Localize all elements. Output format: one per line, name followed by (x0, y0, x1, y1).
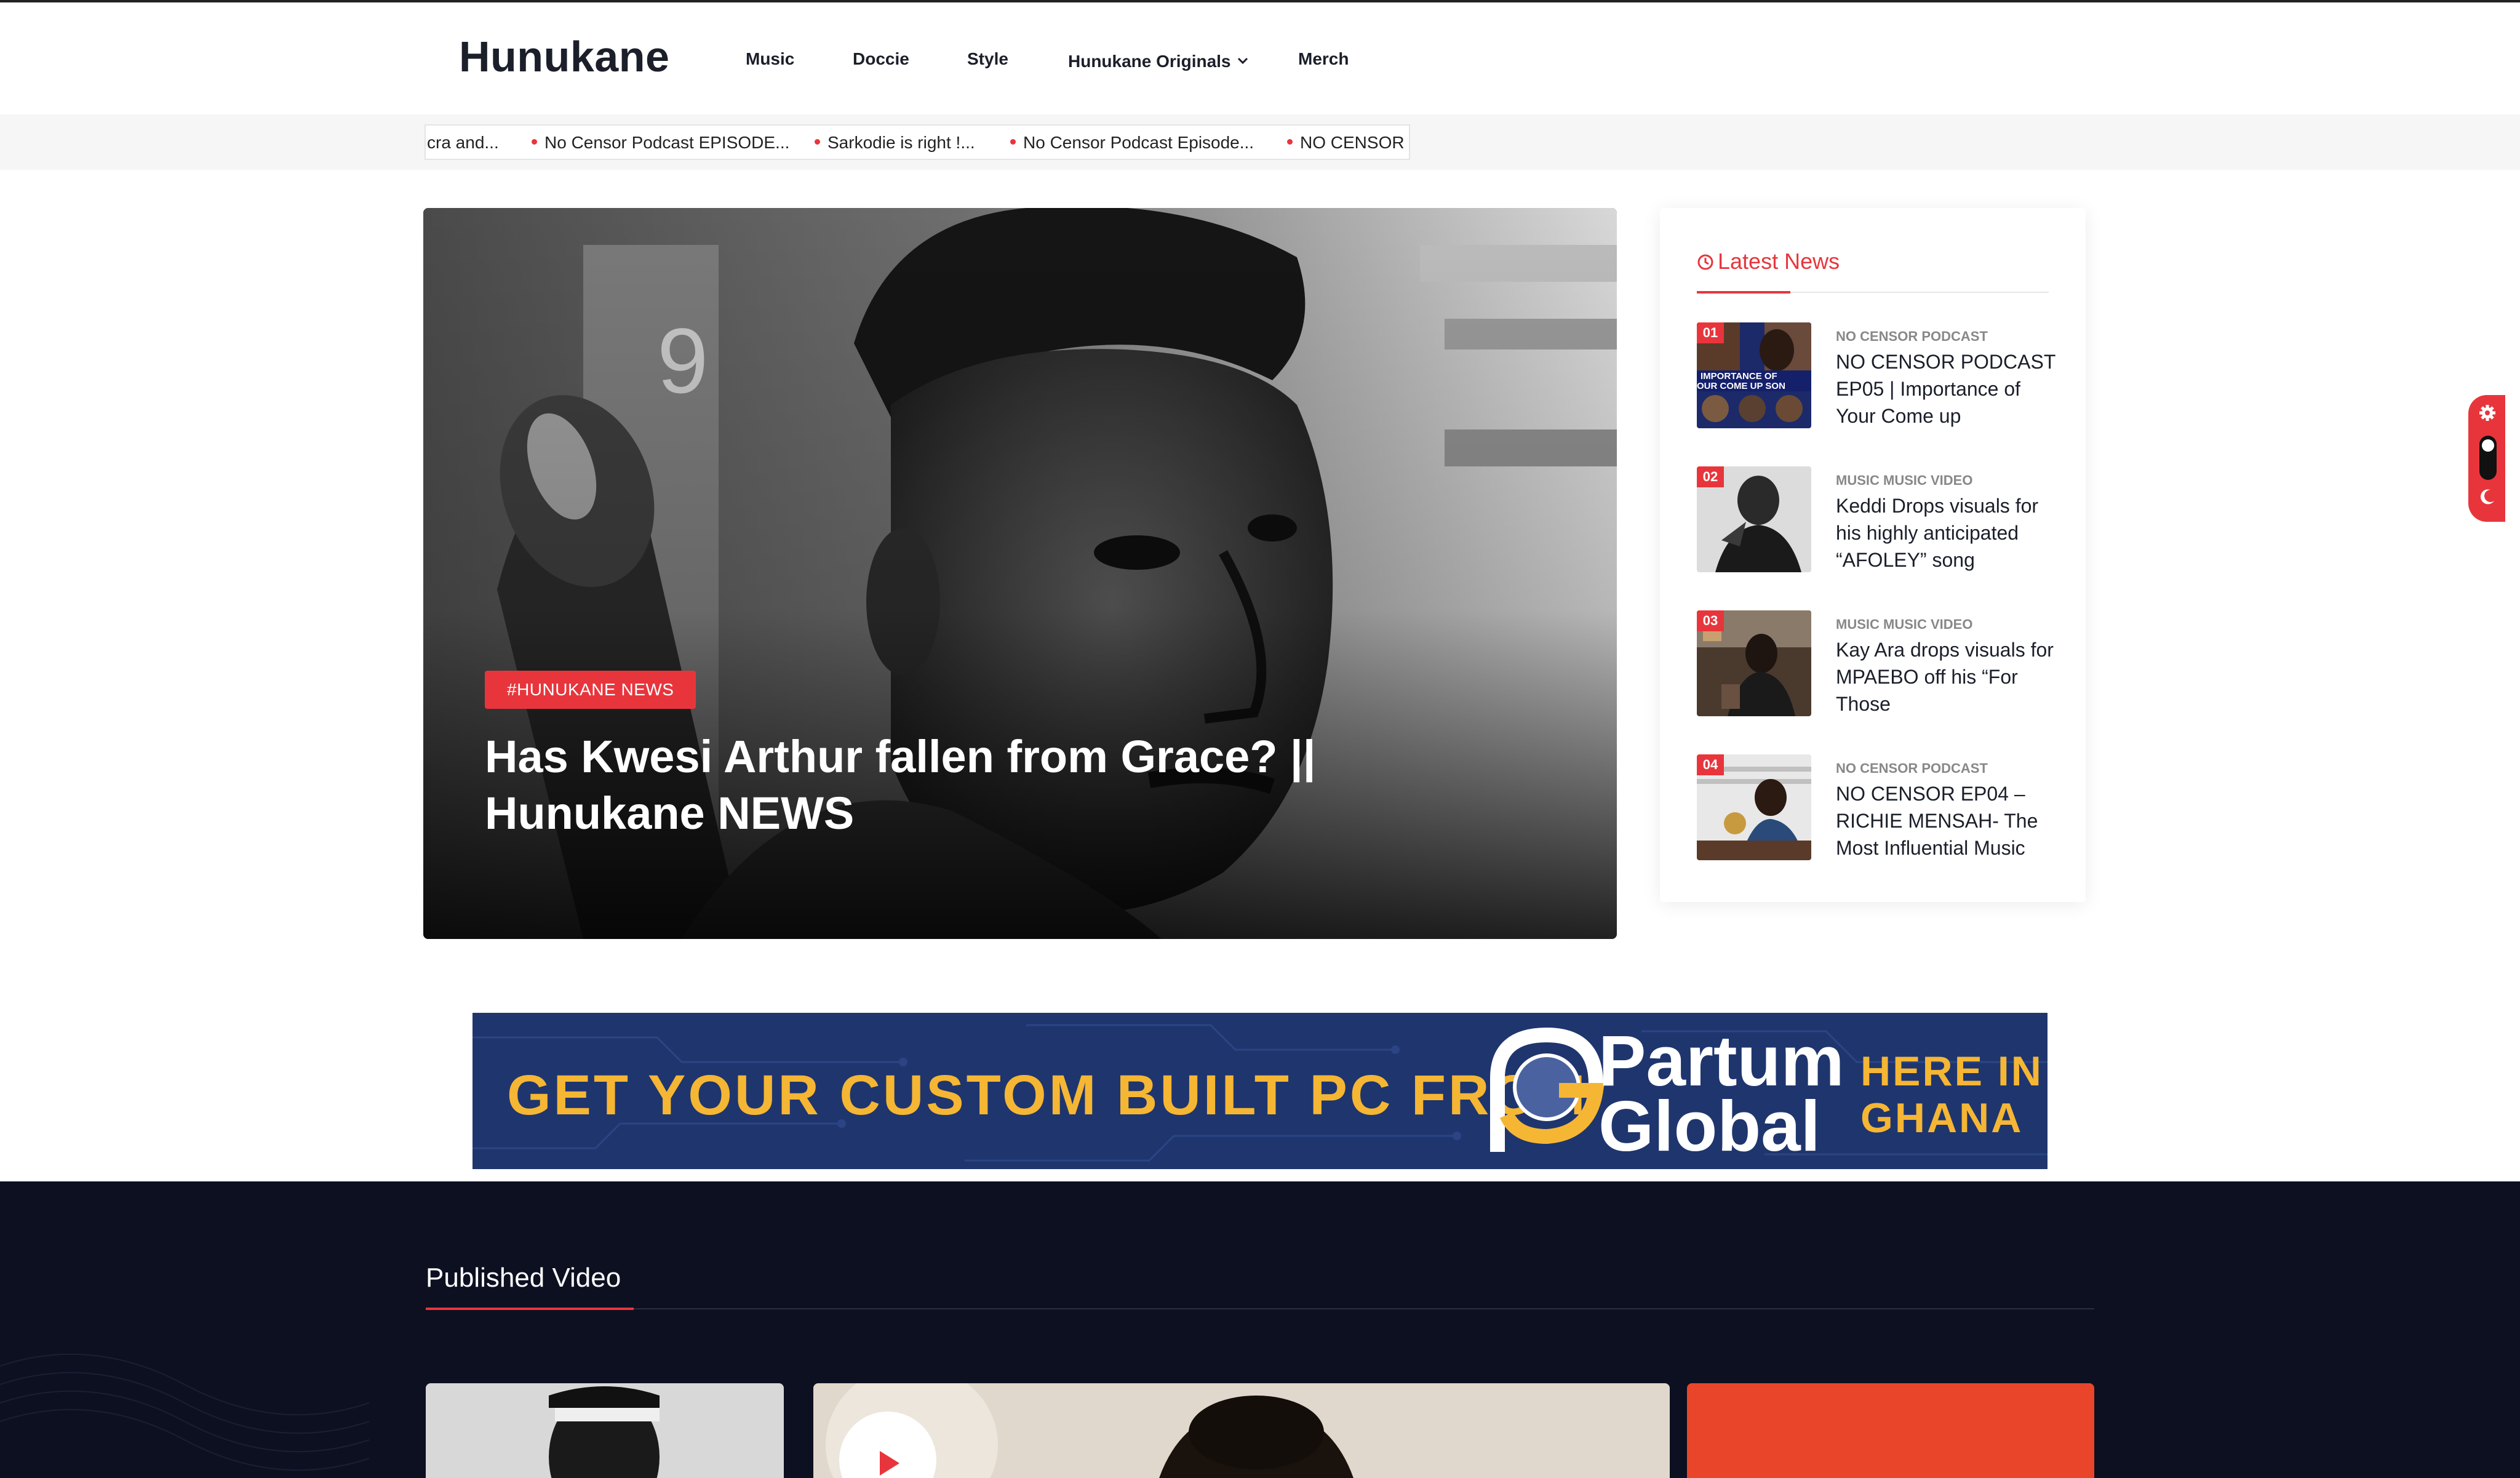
dark-mode-toggle[interactable] (2479, 436, 2497, 480)
latest-news-item[interactable]: 02 MUSIC MUSIC VIDEO Keddi Drops visuals… (1697, 466, 2049, 577)
published-video-heading: Published Video (426, 1263, 621, 1293)
clock-icon (1697, 250, 1714, 270)
news-title[interactable]: NO CENSOR PODCAST EP05 | Importance of Y… (1836, 348, 2057, 429)
news-thumbnail[interactable]: IMPORTANCE OF OUR COME UP SON 01 (1697, 322, 1811, 428)
play-icon (880, 1451, 899, 1476)
advertisement-banner[interactable]: GET YOUR CUSTOM BUILT PC FROM Partum Glo… (472, 1013, 2048, 1169)
ticker-item[interactable]: cra and... (427, 133, 499, 153)
banner-location-line-1: HERE IN (1860, 1048, 2043, 1095)
news-rank-badge: 01 (1697, 322, 1724, 343)
nav-item-hunukane-originals[interactable]: Hunukane Originals (1068, 49, 1248, 71)
hero-featured-post[interactable]: 9 #HUNUKANE NEWS Has Kwesi Arthur fallen… (423, 208, 1617, 939)
nav-item-merch[interactable]: Merch (1298, 49, 1349, 69)
latest-news-item[interactable]: IMPORTANCE OF OUR COME UP SON 01 NO CENS… (1697, 322, 2055, 433)
bullet-dot-icon (1287, 139, 1293, 145)
ticker-item[interactable]: Sarkodie is right !... (815, 133, 975, 153)
news-title[interactable]: Keddi Drops visuals for his highly antic… (1836, 492, 2057, 573)
banner-headline: GET YOUR CUSTOM BUILT PC FROM (507, 1064, 1588, 1127)
news-category[interactable]: NO CENSOR PODCAST (1836, 329, 1988, 345)
news-ticker: cra and... No Censor Podcast EPISODE... … (425, 124, 1410, 160)
moon-icon[interactable] (2478, 487, 2497, 506)
video-card-featured[interactable] (813, 1383, 1670, 1478)
published-video-section: Published Video (0, 1181, 2520, 1478)
latest-news-item[interactable]: 04 NO CENSOR PODCAST NO CENSOR EP04 – RI… (1697, 754, 2049, 865)
video-card[interactable] (426, 1383, 784, 1478)
nav-item-style[interactable]: Style (967, 49, 1008, 69)
ticker-item[interactable]: No Censor Podcast Episode... (1010, 133, 1254, 153)
banner-location-line-2: GHANA (1860, 1095, 2024, 1141)
toggle-knob (2482, 439, 2494, 452)
svg-text:IMPORTANCE OF: IMPORTANCE OF (1701, 371, 1777, 381)
nav-item-music[interactable]: Music (746, 49, 794, 69)
news-title[interactable]: NO CENSOR EP04 – RICHIE MENSAH- The Most… (1836, 780, 2057, 861)
news-rank-badge: 03 (1697, 610, 1724, 631)
partum-global-logo-icon (1485, 1023, 1606, 1158)
news-category[interactable]: MUSIC MUSIC VIDEO (1836, 617, 1972, 633)
video-card[interactable] (1687, 1383, 2094, 1478)
hero-title[interactable]: Has Kwesi Arthur fallen from Grace? || H… (485, 729, 1346, 842)
nav-item-doccie[interactable]: Doccie (853, 49, 909, 69)
news-category[interactable]: MUSIC MUSIC VIDEO (1836, 473, 1972, 489)
latest-news-widget: Latest News IMPORTANCE OF OUR COME UP SO… (1660, 208, 2086, 902)
site-header: Hunukane Music Doccie Style Hunukane Ori… (0, 2, 2520, 114)
bullet-dot-icon (1010, 139, 1016, 145)
hero-category-tag[interactable]: #HUNUKANE NEWS (485, 671, 696, 709)
news-category[interactable]: NO CENSOR PODCAST (1836, 761, 1988, 777)
divider-accent (1697, 291, 1790, 294)
bullet-dot-icon (815, 139, 820, 145)
ticker-item[interactable]: NO CENSOR P (1287, 133, 1409, 153)
news-rank-badge: 02 (1697, 466, 1724, 487)
gear-icon[interactable] (2478, 404, 2497, 422)
settings-side-widget (2468, 395, 2505, 522)
banner-brand-line-2: Global (1598, 1086, 1820, 1166)
divider-accent (426, 1308, 634, 1310)
chevron-down-icon (1237, 49, 1248, 69)
svg-text:OUR COME UP SON: OUR COME UP SON (1697, 381, 1785, 391)
news-thumbnail[interactable]: 03 (1697, 610, 1811, 716)
latest-news-item[interactable]: 03 MUSIC MUSIC VIDEO Kay Ara drops visua… (1697, 610, 2054, 721)
news-thumbnail[interactable]: 04 (1697, 754, 1811, 860)
bullet-dot-icon (532, 139, 537, 145)
divider (426, 1308, 2094, 1309)
news-thumbnail[interactable]: 02 (1697, 466, 1811, 572)
latest-news-heading: Latest News (1697, 249, 1840, 274)
news-rank-badge: 04 (1697, 754, 1724, 775)
ticker-item[interactable]: No Censor Podcast EPISODE... (532, 133, 789, 153)
site-logo[interactable]: Hunukane (459, 32, 669, 81)
news-title[interactable]: Kay Ara drops visuals for MPAEBO off his… (1836, 636, 2057, 717)
nav-item-label: Hunukane Originals (1068, 52, 1231, 71)
